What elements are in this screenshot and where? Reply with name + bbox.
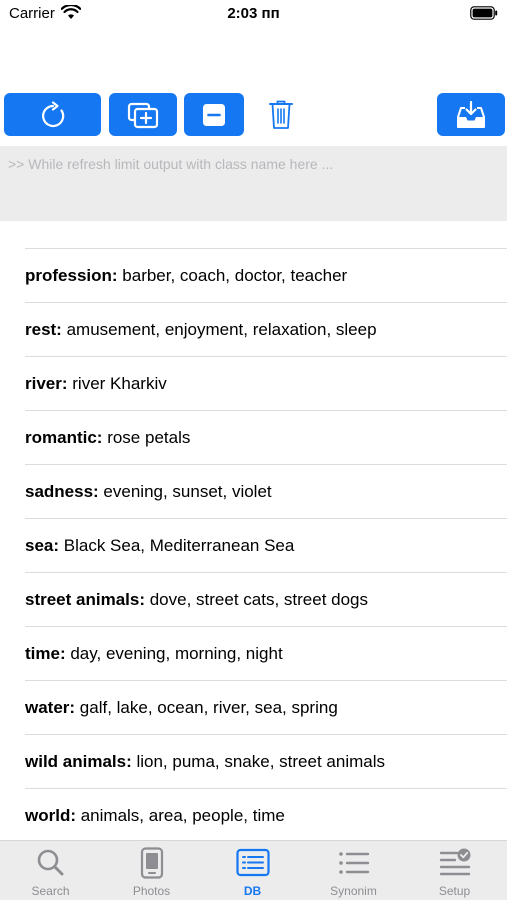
tab-photos-label: Photos — [132, 884, 171, 898]
synonym-list[interactable]: - - profession: barber, coach, doctor, t… — [0, 221, 507, 840]
list-item-values: dove, street cats, street dogs — [145, 590, 369, 609]
bulleted-list-icon — [338, 852, 369, 874]
list-item-values: day, evening, morning, night — [65, 644, 283, 663]
list-item-key: street animals: — [25, 590, 145, 609]
list-item-key: water: — [25, 698, 76, 717]
tray-download-icon — [457, 100, 485, 128]
list-item-values: evening, sunset, violet — [98, 482, 272, 501]
list-item[interactable]: water: galf, lake, ocean, river, sea, sp… — [25, 681, 507, 735]
tab-bar: Search Photos DB Synonim Setup — [0, 840, 507, 900]
list-item-values: animals, area, people, time — [76, 806, 285, 825]
checklist-settings-icon — [439, 848, 470, 876]
clock: 2:03 пп — [227, 5, 280, 22]
list-item[interactable]: sadness: evening, sunset, violet — [25, 465, 507, 519]
toolbar — [0, 93, 507, 136]
list-item[interactable]: river: river Kharkiv — [25, 357, 507, 411]
tab-setup-label: Setup — [438, 884, 471, 898]
add-button[interactable] — [109, 93, 177, 136]
list-item-key: romantic: — [25, 428, 103, 447]
console-placeholder: >> While refresh limit output with class… — [8, 156, 334, 172]
list-item[interactable]: rest: amusement, enjoyment, relaxation, … — [25, 303, 507, 357]
tab-search[interactable]: Search — [0, 841, 101, 900]
tab-synonim-label: Synonim — [330, 884, 377, 898]
minus-icon — [203, 103, 225, 126]
download-button[interactable] — [437, 93, 505, 136]
phone-photos-icon — [140, 847, 163, 879]
status-bar: Carrier 2:03 пп — [0, 0, 507, 30]
list-item-key: world: — [25, 806, 76, 825]
list-item-values: rose petals — [102, 428, 191, 447]
list-item-key: river: — [25, 374, 68, 393]
trash-icon — [269, 100, 293, 129]
trash-button[interactable] — [262, 93, 300, 136]
refresh-button[interactable] — [4, 93, 101, 136]
list-item-key: rest: — [25, 320, 62, 339]
tab-search-label: Search — [31, 884, 70, 898]
tab-db-label: DB — [243, 884, 262, 898]
list-item[interactable]: wild animals: lion, puma, snake, street … — [25, 735, 507, 789]
list-item-key: sadness: — [25, 482, 99, 501]
list-item[interactable]: profession: barber, coach, doctor, teach… — [25, 249, 507, 303]
partial-list-item: - - — [25, 221, 41, 227]
tab-db[interactable]: DB — [202, 841, 303, 900]
list-item[interactable]: street animals: dove, street cats, stree… — [25, 573, 507, 627]
add-copy-icon — [127, 102, 159, 128]
tab-setup[interactable]: Setup — [404, 841, 505, 900]
list-item-key: profession: — [25, 266, 118, 285]
battery-icon — [470, 6, 498, 20]
list-item-key: wild animals: — [25, 752, 132, 771]
refresh-icon — [41, 100, 64, 127]
remove-button[interactable] — [184, 93, 244, 136]
list-item-key: sea: — [25, 536, 60, 555]
tab-photos[interactable]: Photos — [101, 841, 202, 900]
list-item-values: barber, coach, doctor, teacher — [117, 266, 348, 285]
list-item-key: time: — [25, 644, 66, 663]
console-output[interactable]: >> While refresh limit output with class… — [0, 146, 507, 221]
list-item-values: lion, puma, snake, street animals — [131, 752, 385, 771]
list-item-values: galf, lake, ocean, river, sea, spring — [75, 698, 338, 717]
list-item[interactable]: time: day, evening, morning, night — [25, 627, 507, 681]
list-item-values: Black Sea, Mediterranean Sea — [59, 536, 295, 555]
database-list-icon — [235, 848, 270, 877]
list-item-values: amusement, enjoyment, relaxation, sleep — [61, 320, 377, 339]
list-item-values: river Kharkiv — [67, 374, 167, 393]
list-item[interactable]: world: animals, area, people, time — [25, 789, 507, 840]
list-item[interactable]: sea: Black Sea, Mediterranean Sea — [25, 519, 507, 573]
magnifier-icon — [37, 849, 63, 876]
tab-synonim[interactable]: Synonim — [303, 841, 404, 900]
list-item[interactable]: romantic: rose petals — [25, 411, 507, 465]
